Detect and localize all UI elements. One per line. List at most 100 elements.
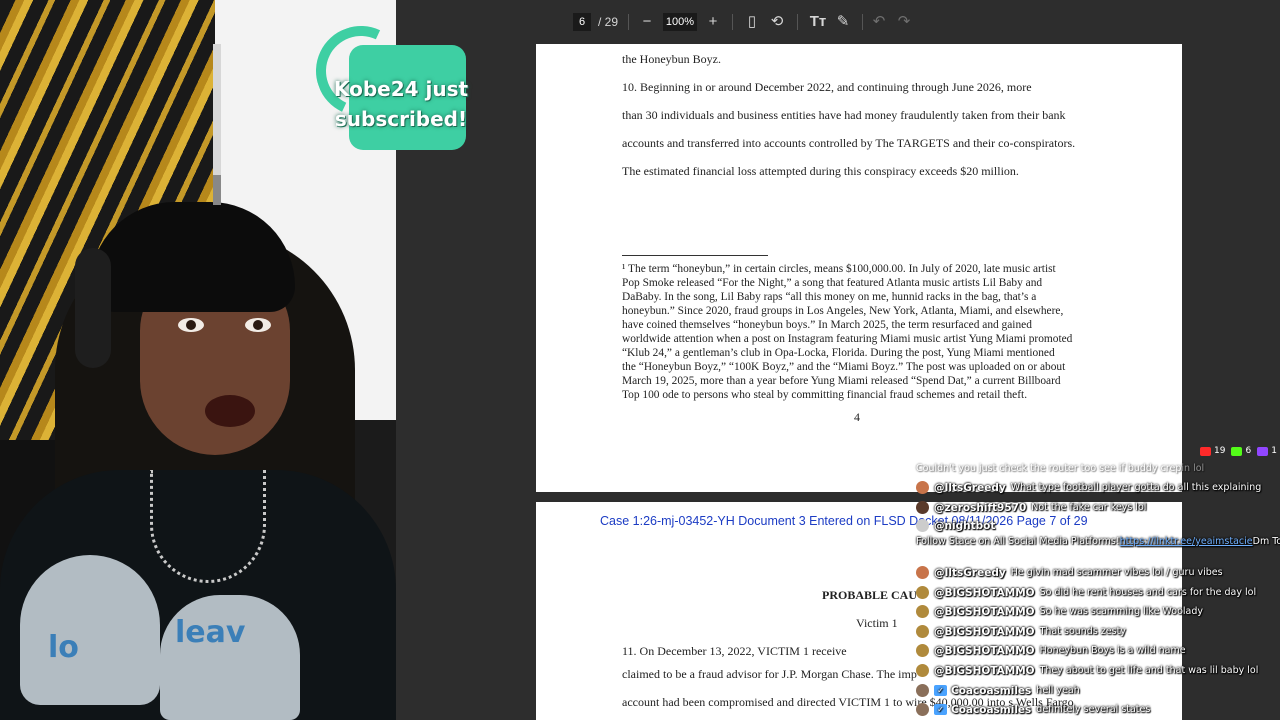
message-text: Follow Stace on All Social Media Platfor… xyxy=(916,536,1120,547)
username: @BIGSHOTAMMO xyxy=(934,644,1035,657)
username: @IltsGreedy xyxy=(934,481,1006,494)
paragraph-line: The estimated financial loss attempted d… xyxy=(622,164,1019,178)
avatar xyxy=(916,501,929,514)
message-text: Not the fake car keys lol xyxy=(1031,502,1147,513)
alert-message: Kobe24 just subscribed! xyxy=(328,74,474,134)
zoom-level-input[interactable]: 100% xyxy=(663,13,697,31)
toolbar-divider xyxy=(732,14,733,30)
message-text: What type football player gotta do all t… xyxy=(1010,482,1262,493)
username: @BIGSHOTAMMO xyxy=(934,605,1035,618)
chat-message: @BIGSHOTAMMO They about to get life and … xyxy=(916,664,1258,677)
youtube-icon xyxy=(1200,446,1211,456)
headphones xyxy=(75,248,111,368)
text-line: the Honeybun Boyz. xyxy=(622,52,721,66)
avatar xyxy=(916,519,929,532)
text-size-icon[interactable]: Tт xyxy=(808,12,828,32)
footnote-line: ¹ The term “honeybun,” in certain circle… xyxy=(622,263,1056,275)
rotate-icon[interactable]: ⟲ xyxy=(767,12,787,32)
chat-message: Couldn't you just check the router too s… xyxy=(916,463,1204,474)
username: Coacoasmiles xyxy=(951,703,1032,716)
avatar xyxy=(916,605,929,618)
username: @BIGSHOTAMMO xyxy=(934,664,1035,677)
username: @IltsGreedy xyxy=(934,566,1006,579)
youtube-count: 19 xyxy=(1200,446,1225,456)
shirt-print xyxy=(160,595,300,720)
paragraph-line: than 30 individuals and business entitie… xyxy=(622,108,1066,122)
draw-icon[interactable]: ✎ xyxy=(833,12,853,32)
subsection-title: Victim 1 xyxy=(856,616,898,630)
alert-line-2: subscribed! xyxy=(334,107,468,131)
chat-message: @IltsGreedy What type football player go… xyxy=(916,481,1261,494)
paragraph-line: 11. On December 13, 2022, VICTIM 1 recei… xyxy=(622,644,847,658)
username: @nightbot xyxy=(934,519,996,532)
chat-message: @BIGSHOTAMMO So he was scamming like Woo… xyxy=(916,605,1203,618)
message-text: Couldn't you just check the router too s… xyxy=(916,463,1205,474)
streamer-eye xyxy=(178,318,204,332)
username: @BIGSHOTAMMO xyxy=(934,625,1035,638)
message-text: They about to get life and that was lil … xyxy=(1039,665,1259,676)
chat-link[interactable]: https://linktr.ee/yeaimstacie xyxy=(1120,536,1253,547)
kick-icon xyxy=(1231,446,1243,456)
chat-message: ✓ Coacoasmiles hell yeah xyxy=(916,684,1080,697)
footnote-line: “Klub 24,” a gentleman’s club in Opa-Loc… xyxy=(622,347,1055,359)
chat-message: @BIGSHOTAMMO That sounds zesty xyxy=(916,625,1126,638)
avatar xyxy=(916,481,929,494)
zoom-out-icon[interactable]: − xyxy=(637,12,657,32)
paragraph-line: 10. Beginning in or around December 2022… xyxy=(622,80,1032,94)
chat-message: Follow Stace on All Social Media Platfor… xyxy=(916,536,1280,547)
footnote-line: Pop Smoke released “For the Night,” a so… xyxy=(622,277,1043,289)
twitch-count: 1 xyxy=(1257,446,1277,456)
scrollbar-thumb[interactable] xyxy=(213,175,221,205)
undo-icon[interactable]: ↶ xyxy=(869,12,889,32)
count-value: 6 xyxy=(1245,446,1252,456)
chat-message: @BIGSHOTAMMO So did he rent houses and c… xyxy=(916,586,1256,599)
shirt-print xyxy=(20,555,160,705)
message-text: Dm Topic Requests xyxy=(1252,536,1280,547)
message-text: That sounds zesty xyxy=(1039,626,1126,637)
avatar xyxy=(916,703,929,716)
footnote-line: worldwide attention when a post on Insta… xyxy=(622,333,1073,345)
username: @BIGSHOTAMMO xyxy=(934,586,1035,599)
section-title: PROBABLE CAU xyxy=(822,588,918,602)
shirt-graphic: lo xyxy=(48,630,79,665)
avatar xyxy=(916,684,929,697)
fit-page-icon[interactable]: ▯ xyxy=(742,12,762,32)
streamer-mouth xyxy=(205,395,255,427)
message-text: He givin mad scammer vibes lol / guru vi… xyxy=(1010,567,1223,578)
toolbar-divider xyxy=(797,14,798,30)
alert-line-1: Kobe24 just xyxy=(333,77,469,101)
chat-message: @zeroshift9570 Not the fake car keys lol xyxy=(916,501,1146,514)
footnote-line: Top 100 ode to persons who steal by comm… xyxy=(622,389,1028,401)
message-text: hell yeah xyxy=(1036,685,1080,696)
chat-message: @nightbot xyxy=(916,519,1000,532)
avatar xyxy=(916,625,929,638)
chat-overlay: 19 6 1 Couldn't you just check the route… xyxy=(916,444,1280,720)
chat-message: ✓ Coacoasmiles definitely several states xyxy=(916,703,1150,716)
username: Coacoasmiles xyxy=(951,684,1032,697)
redo-icon[interactable]: ↷ xyxy=(894,12,914,32)
viewer-counts: 19 6 1 xyxy=(1200,446,1277,456)
shirt-graphic: leav xyxy=(175,615,246,650)
count-value: 19 xyxy=(1214,446,1226,456)
message-text: definitely several states xyxy=(1036,704,1151,715)
message-text: Honeybun Boys is a wild name xyxy=(1039,645,1186,656)
pdf-toolbar: 6 / 29 − 100% + ▯ ⟲ Tт ✎ ↶ ↷ xyxy=(396,0,1280,44)
paragraph-line: claimed to be a fraud advisor for J.P. M… xyxy=(622,667,917,681)
subscriber-badge-icon: ✓ xyxy=(934,685,947,696)
avatar xyxy=(916,586,929,599)
streamer-eye xyxy=(245,318,271,332)
page-number: 4 xyxy=(854,410,860,424)
toolbar-divider xyxy=(862,14,863,30)
kick-count: 6 xyxy=(1231,446,1251,456)
message-text: So did he rent houses and cars for the d… xyxy=(1039,587,1257,598)
username: @zeroshift9570 xyxy=(934,501,1027,514)
footnote-line: DaBaby. In the song, Lil Baby raps “all … xyxy=(622,291,1037,303)
page-total: / 29 xyxy=(597,15,618,29)
avatar xyxy=(916,664,929,677)
chat-message: @BIGSHOTAMMO Honeybun Boys is a wild nam… xyxy=(916,644,1186,657)
footnote-line: have coined themselves “honeybun boys.” … xyxy=(622,319,1032,331)
chat-message: @IltsGreedy He givin mad scammer vibes l… xyxy=(916,566,1223,579)
avatar xyxy=(916,566,929,579)
zoom-in-icon[interactable]: + xyxy=(703,12,723,32)
page-number-input[interactable]: 6 xyxy=(573,13,591,31)
